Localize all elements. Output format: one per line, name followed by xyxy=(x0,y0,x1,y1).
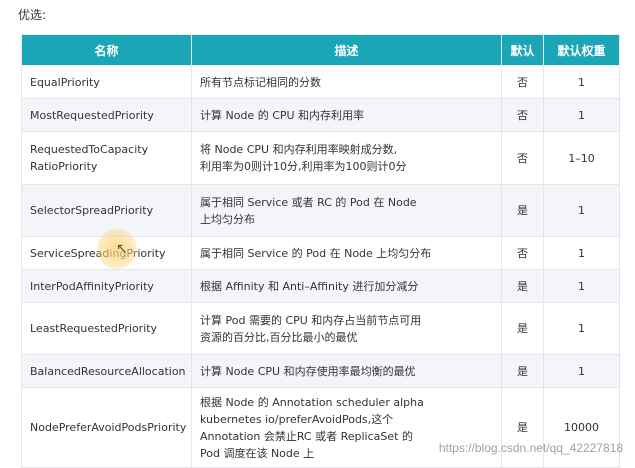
desc-line: 属于相同 Service 或者 RC 的 Pod 在 Node xyxy=(200,195,417,209)
cell-default: 是 xyxy=(501,354,544,388)
mouse-pointer-icon: ↖ xyxy=(116,241,128,257)
desc-line: 利用率为0则计10分,利用率为100则计0分 xyxy=(200,160,407,173)
table-row: EqualPriority 所有节点标记相同的分数 否 1 xyxy=(21,65,620,99)
table-row: InterPodAffinityPriority 根据 Affinity 和 A… xyxy=(21,269,620,303)
desc-line: 计算 Pod 需要的 CPU 和内存占当前节点可用 xyxy=(200,313,422,327)
desc-line: 根据 Affinity 和 Anti–Affinity 进行加分减分 xyxy=(200,279,419,293)
cell-name-text: EqualPriority xyxy=(30,75,100,89)
watermark: https://blog.csdn.net/qq_42227818 xyxy=(438,441,623,455)
desc-line: kubernetes io/preferAvoidPods,这个 xyxy=(200,412,394,426)
cell-name: EqualPriority xyxy=(21,65,192,99)
cell-weight: 1 xyxy=(543,65,620,99)
table-row: LeastRequestedPriority 计算 Pod 需要的 CPU 和内… xyxy=(21,302,620,355)
cell-description: 将 Node CPU 和内存利用率映射成分数, 利用率为0则计10分,利用率为1… xyxy=(191,131,502,185)
desc-line: 上均匀分布 xyxy=(200,212,255,226)
cell-default: 否 xyxy=(501,65,544,99)
cell-description: 根据 Affinity 和 Anti–Affinity 进行加分减分 xyxy=(191,269,502,303)
cell-name-text: MostRequestedPriority xyxy=(30,108,154,122)
cell-weight: 1 xyxy=(543,236,620,270)
table-header-row: 名称 描述 默认 默认权重 xyxy=(21,34,620,66)
desc-line: 根据 Node 的 Annotation scheduler alpha xyxy=(200,395,424,409)
table-row: NodePreferAvoidPodsPriority 根据 Node 的 An… xyxy=(21,387,620,468)
section-heading: 优选: xyxy=(18,8,47,22)
table-row: MostRequestedPriority 计算 Node 的 CPU 和内存利… xyxy=(21,98,620,132)
cell-default: 是 xyxy=(501,269,544,303)
cell-name: SelectorSpreadPriority xyxy=(21,184,192,237)
desc-line: 计算 Node CPU 和内存使用率最均衡的最优 xyxy=(200,364,416,378)
cell-name: NodePreferAvoidPodsPriority xyxy=(21,387,192,468)
cell-description: 所有节点标记相同的分数 xyxy=(191,65,502,99)
cell-description: 计算 Node CPU 和内存使用率最均衡的最优 xyxy=(191,354,502,388)
col-header-default: 默认 xyxy=(501,34,544,66)
cell-default: 是 xyxy=(501,302,544,355)
cell-default: 否 xyxy=(501,98,544,132)
cell-description: 计算 Node 的 CPU 和内存利用率 xyxy=(191,98,502,132)
cell-name-text: BalancedResourceAllocation xyxy=(30,364,186,378)
cell-name: LeastRequestedPriority xyxy=(21,302,192,355)
cell-weight: 1 xyxy=(543,184,620,237)
cell-weight: 1 xyxy=(543,269,620,303)
col-header-description: 描述 xyxy=(191,34,502,66)
desc-line: 所有节点标记相同的分数 xyxy=(200,75,321,89)
cell-name-text: RequestedToCapacity RatioPriority xyxy=(30,143,149,173)
desc-line: 将 Node CPU 和内存利用率映射成分数, xyxy=(200,143,398,156)
cell-weight: 1 xyxy=(543,98,620,132)
col-header-default-weight: 默认权重 xyxy=(543,34,620,66)
cell-description: 属于相同 Service 或者 RC 的 Pod 在 Node 上均匀分布 xyxy=(191,184,502,237)
cell-name-text: SelectorSpreadPriority xyxy=(30,204,154,217)
cell-name: BalancedResourceAllocation xyxy=(21,354,192,388)
desc-line: 资源的百分比,百分比最小的最优 xyxy=(200,330,358,344)
table-row: BalancedResourceAllocation 计算 Node CPU 和… xyxy=(21,354,620,388)
cell-description: 根据 Node 的 Annotation scheduler alpha kub… xyxy=(191,387,502,468)
cell-weight: 1–10 xyxy=(543,131,620,185)
cell-name: RequestedToCapacity RatioPriority xyxy=(21,131,192,185)
cell-default: 否 xyxy=(501,236,544,270)
cell-description: 计算 Pod 需要的 CPU 和内存占当前节点可用 资源的百分比,百分比最小的最… xyxy=(191,302,502,355)
cell-weight: 1 xyxy=(543,354,620,388)
cell-name-text: LeastRequestedPriority xyxy=(30,322,158,335)
cell-name-text: InterPodAffinityPriority xyxy=(30,279,154,293)
desc-line: 计算 Node 的 CPU 和内存利用率 xyxy=(200,108,365,122)
cell-description: 属于相同 Service 的 Pod 在 Node 上均匀分布 xyxy=(191,236,502,270)
cell-weight: 10000 xyxy=(543,387,620,468)
desc-line: 属于相同 Service 的 Pod 在 Node 上均匀分布 xyxy=(200,246,432,260)
cell-name: MostRequestedPriority xyxy=(21,98,192,132)
cell-name-text: NodePreferAvoidPodsPriority xyxy=(30,421,187,434)
cell-weight: 1 xyxy=(543,302,620,355)
cell-default: 是 xyxy=(501,387,544,468)
cell-default: 是 xyxy=(501,184,544,237)
cell-name: InterPodAffinityPriority xyxy=(21,269,192,303)
table-row: RequestedToCapacity RatioPriority 将 Node… xyxy=(21,131,620,185)
col-header-name: 名称 xyxy=(21,34,192,66)
cell-default: 否 xyxy=(501,131,544,185)
